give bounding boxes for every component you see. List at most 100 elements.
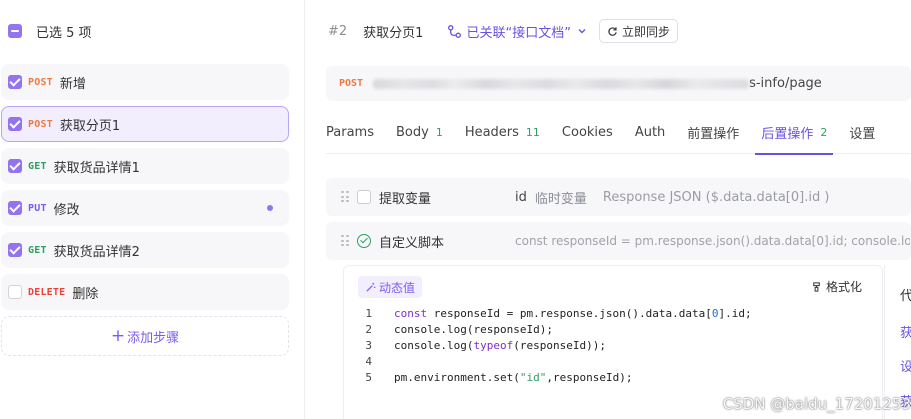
sync-now-label: 立即同步 (621, 24, 670, 39)
line-number: 2 (365, 323, 372, 336)
blurred-url (373, 78, 750, 89)
tab-auth[interactable]: Auth (635, 113, 665, 151)
step-item-get-page[interactable]: POST 获取分页1 (1, 106, 289, 142)
url-method: POST (339, 78, 364, 89)
selected-count: 已选 5 项 (36, 25, 92, 41)
dynamic-value-button[interactable]: 动态值 (358, 276, 423, 298)
plus-icon: + (110, 325, 126, 346)
tab-cookies[interactable]: Cookies (562, 113, 613, 151)
processor-enable-checkbox[interactable] (357, 190, 371, 204)
tab-label: 后置操作 (761, 126, 814, 142)
dynamic-value-label: 动态值 (379, 280, 416, 295)
code-line: 2 console.log(responseId); (344, 322, 882, 338)
selection-header: 已选 5 项 (0, 14, 305, 48)
method-badge: GET (28, 244, 47, 256)
processor-custom-script[interactable]: 自定义脚本 const responseId = pm.response.jso… (326, 222, 911, 260)
tab-label: Body (395, 124, 429, 140)
step-header: #2 获取分页1 已关联“接口文档” 立即同步 (306, 14, 911, 48)
sync-now-button[interactable]: 立即同步 (598, 19, 678, 43)
add-step-button[interactable]: + 添加步骤 (1, 316, 289, 356)
request-url-bar[interactable]: POST s-info/page (326, 66, 911, 101)
step-label: 获取货品详情2 (53, 244, 140, 260)
step-checkbox[interactable] (8, 201, 22, 215)
code-text: console.log(typeof(responseId)); (394, 339, 606, 352)
step-item-add[interactable]: POST 新增 (1, 64, 289, 100)
code-text: pm.environment.set("id",responseId); (394, 371, 633, 384)
tab-label: Headers (464, 124, 519, 140)
code-area[interactable]: 1 const responseId = pm.response.json().… (344, 306, 882, 386)
side-heading: 代 (900, 289, 911, 304)
tab-count: 1 (435, 125, 443, 139)
tab-label: 前置操作 (687, 126, 740, 142)
linked-doc-label: 已关联“接口文档” (466, 25, 571, 41)
step-detail-panel: #2 获取分页1 已关联“接口文档” 立即同步 POST s-info/page… (306, 0, 911, 419)
step-checkbox[interactable] (8, 117, 22, 131)
step-item-delete[interactable]: DELETE 删除 (1, 274, 289, 310)
step-label: 删除 (72, 286, 99, 302)
method-badge: GET (28, 160, 47, 172)
step-item-get-detail-2[interactable]: GET 获取货品详情2 (1, 232, 289, 268)
method-badge: DELETE (28, 286, 66, 298)
drag-handle-icon[interactable] (341, 235, 349, 247)
method-badge: POST (28, 76, 53, 88)
magic-wand-icon (366, 282, 376, 292)
script-preview: const responseId = pm.response.json().da… (515, 234, 910, 248)
tab-body[interactable]: Body 1 (396, 113, 443, 151)
processor-enabled-check-icon[interactable] (357, 234, 371, 248)
tab-count: 2 (820, 125, 828, 139)
line-number: 1 (365, 307, 372, 320)
processor-extract-variable[interactable]: 提取变量 id 临时变量 Response JSON ($.data.data[… (326, 178, 911, 216)
code-text: const responseId = pm.response.json().da… (394, 307, 752, 320)
code-text: console.log(responseId); (394, 323, 553, 336)
watermark: CSDN @baidu_17201253 (722, 395, 911, 413)
link-icon (448, 24, 462, 38)
variable-source: Response JSON ($.data.data[0].id ) (602, 189, 830, 205)
format-label: 格式化 (825, 280, 862, 294)
step-label: 修改 (53, 202, 80, 218)
linked-doc-dropdown[interactable]: 已关联“接口文档” (447, 22, 586, 41)
tab-headers[interactable]: Headers 11 (465, 113, 540, 151)
app-root: 已选 5 项 POST 新增 POST 获取分页1 GET 获取货品详情1 PU… (0, 0, 911, 419)
tab-label: Params (326, 124, 374, 140)
code-line: 5 pm.environment.set("id",responseId); (344, 370, 882, 386)
tab-label: Auth (634, 124, 666, 140)
step-checkbox[interactable] (8, 75, 22, 89)
select-all-checkbox[interactable] (8, 24, 22, 38)
tab-pre-processors[interactable]: 前置操作 (687, 113, 739, 151)
drag-handle-icon[interactable] (341, 191, 349, 203)
step-checkbox[interactable] (8, 243, 22, 257)
processor-title: 提取变量 (379, 191, 432, 207)
step-checkbox[interactable] (8, 285, 22, 299)
step-checkbox[interactable] (8, 159, 22, 173)
url-tail: s-info/page (749, 76, 822, 91)
code-line: 1 const responseId = pm.response.json().… (344, 306, 882, 322)
snippet-link[interactable]: 获 (900, 322, 911, 341)
method-badge: PUT (28, 202, 47, 214)
snippet-link[interactable]: 设 (900, 356, 911, 375)
add-step-label: 添加步骤 (127, 330, 180, 346)
line-number: 3 (365, 339, 372, 352)
tab-count: 11 (525, 125, 540, 139)
variable-type: 临时变量 (534, 191, 587, 207)
tab-label: 设置 (849, 126, 876, 142)
tab-settings[interactable]: 设置 (849, 113, 875, 151)
step-item-get-detail-1[interactable]: GET 获取货品详情1 (1, 148, 289, 184)
format-icon (813, 282, 820, 292)
method-badge: POST (28, 118, 53, 130)
tab-post-processors[interactable]: 后置操作 2 (755, 113, 834, 155)
code-line: 3 console.log(typeof(responseId)); (344, 338, 882, 354)
chevron-down-icon (578, 29, 586, 34)
line-number: 5 (365, 371, 372, 384)
format-button[interactable]: 格式化 (811, 278, 862, 295)
line-number: 4 (365, 355, 372, 368)
unsaved-dot (267, 205, 273, 211)
step-title: 获取分页1 (363, 25, 424, 41)
step-index: #2 (328, 23, 348, 39)
processor-title: 自定义脚本 (379, 235, 445, 251)
refresh-icon (608, 26, 617, 36)
tab-label: Cookies (561, 124, 613, 140)
request-tabs: Params Body 1 Headers 11 Cookies Auth 前置操作… (326, 113, 911, 155)
step-item-modify[interactable]: PUT 修改 (1, 190, 289, 226)
tab-params[interactable]: Params (326, 113, 374, 151)
steps-panel: 已选 5 项 POST 新增 POST 获取分页1 GET 获取货品详情1 PU… (0, 0, 305, 419)
